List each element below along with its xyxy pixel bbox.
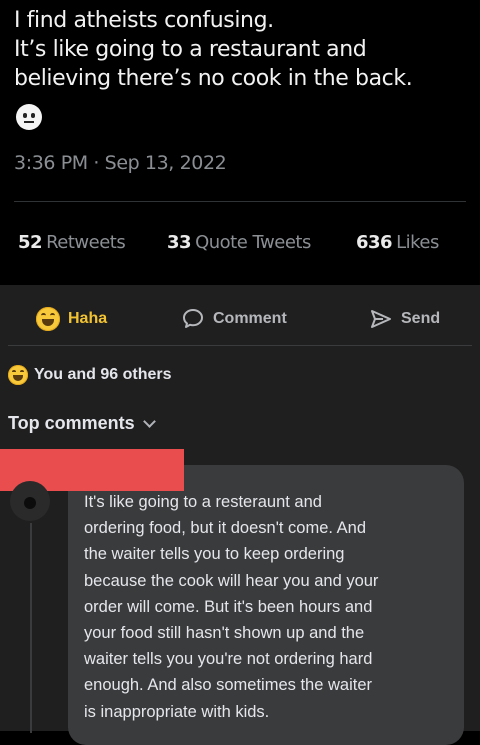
- send-label: Send: [401, 310, 441, 327]
- likes-count: 636: [356, 232, 393, 253]
- haha-reaction-icon: [8, 365, 28, 385]
- comment-line: your food still hasn't shown up and the: [84, 624, 365, 643]
- thread-line: [30, 523, 32, 733]
- neutral-face-icon: [16, 104, 42, 130]
- comment-text: It's like going to a resteraunt and orde…: [84, 489, 456, 725]
- quote-tweets-label: Quote Tweets: [195, 232, 311, 253]
- reactions-text: You and 96 others: [34, 366, 172, 383]
- send-button[interactable]: Send: [369, 307, 440, 331]
- quote-tweets-count: 33: [167, 232, 192, 253]
- comment-bubble: It's like going to a resteraunt and orde…: [68, 465, 464, 745]
- tweet-line: believing there’s no cook in the back.: [14, 66, 413, 91]
- tweet-line: I find atheists confusing.: [14, 8, 274, 33]
- likes-stat[interactable]: 636 Likes: [356, 232, 439, 253]
- retweets-count: 52: [18, 232, 43, 253]
- comment-line: order will come. But it's been hours and: [84, 597, 373, 616]
- avatar[interactable]: [10, 481, 50, 521]
- comment-line: enough. And also sometimes the waiter: [84, 676, 373, 695]
- comment-icon: [183, 309, 203, 328]
- reactions-summary[interactable]: You and 96 others: [8, 365, 172, 385]
- haha-icon: [36, 307, 60, 331]
- quote-tweets-stat[interactable]: 33 Quote Tweets: [167, 232, 311, 253]
- chevron-down-icon: [142, 415, 156, 428]
- tweet-line: It’s like going to a restaurant and: [14, 37, 367, 62]
- top-comments-label: Top comments: [8, 413, 135, 433]
- comment-line: ordering food, but it doesn't come. And: [84, 519, 366, 538]
- comment-line: is inappropriate with kids.: [84, 702, 270, 721]
- comment-line: It's like going to a resteraunt and: [84, 493, 322, 511]
- likes-label: Likes: [396, 232, 439, 253]
- top-comments-dropdown[interactable]: Top comments: [8, 413, 156, 434]
- comment-label: Comment: [213, 310, 287, 327]
- haha-label: Haha: [68, 310, 108, 327]
- tweet: I find atheists confusing. It’s like goi…: [0, 0, 480, 285]
- send-icon: [371, 310, 391, 328]
- retweets-stat[interactable]: 52 Retweets: [18, 232, 126, 253]
- haha-button[interactable]: Haha: [36, 307, 107, 331]
- divider: [14, 201, 466, 202]
- comment-button[interactable]: Comment: [181, 307, 287, 331]
- tweet-text: I find atheists confusing. It’s like goi…: [14, 6, 464, 93]
- retweets-label: Retweets: [46, 232, 126, 253]
- comment-line: because the cook will hear you and your: [84, 571, 379, 590]
- comment-line: the waiter tells you to keep ordering: [84, 545, 345, 564]
- facebook-post: Haha Comment Send You and 96 others Top …: [0, 285, 480, 745]
- divider: [8, 345, 472, 346]
- comment-line: waiter tells you you're not ordering har…: [84, 650, 373, 669]
- tweet-timestamp[interactable]: 3:36 PM · Sep 13, 2022: [14, 152, 227, 174]
